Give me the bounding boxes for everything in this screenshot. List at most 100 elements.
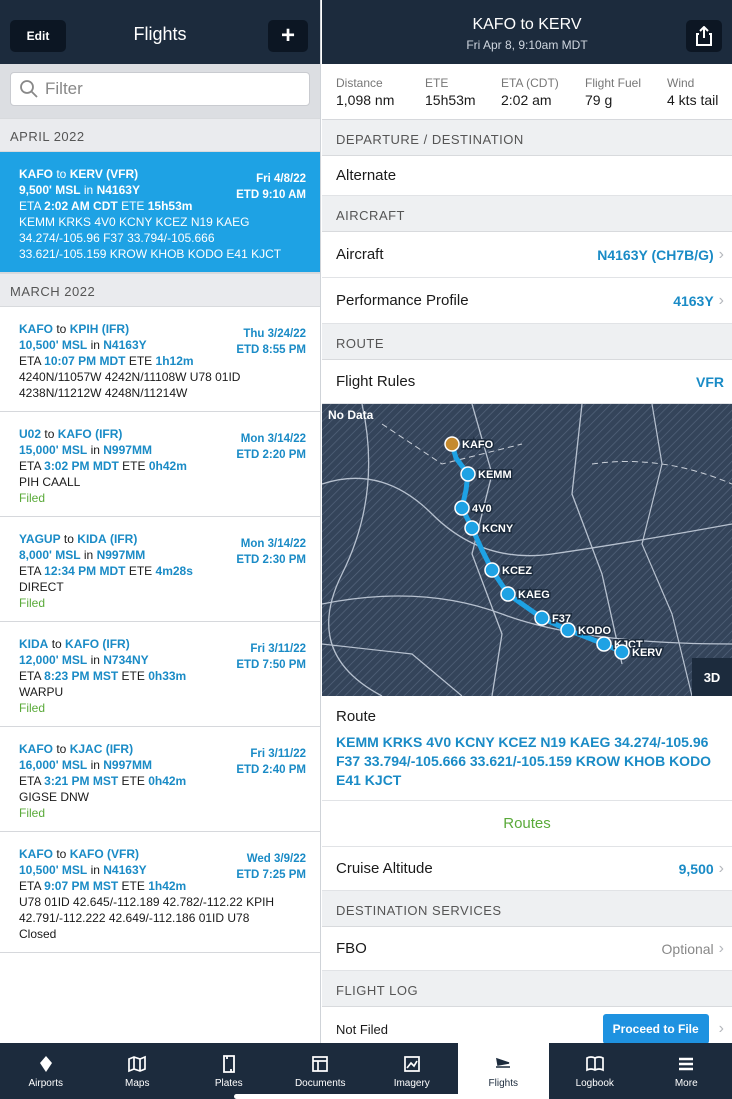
waypoint-marker[interactable]	[534, 610, 550, 626]
tab-bar: Airports Maps Plates Documents Imagery Flight…	[0, 1043, 732, 1099]
3d-button[interactable]: 3D	[692, 658, 732, 696]
route-field[interactable]: Route KEMM KRKS 4V0 KCNY KCEZ N19 KAEG 3…	[322, 696, 732, 801]
stat-value: 1,098 nm	[336, 92, 395, 108]
flight-route: DIRECT	[19, 580, 64, 594]
word-eta: ETA	[19, 354, 41, 368]
stat-value: 4 kts tail	[667, 92, 719, 108]
section-header: MARCH 2022	[0, 273, 320, 307]
flight-status: Filed	[19, 701, 46, 715]
flight-list-item[interactable]: Mon 3/14/22 ETD 2:30 PM YAGUP to KIDA (IFR…	[0, 517, 320, 622]
flight-route: GIGSE DNW	[19, 790, 90, 804]
stat-wind: Wind 4 kts tail	[667, 76, 732, 119]
flight-list-item[interactable]: Fri 4/8/22 ETD 9:10 AM KAFO to KERV (VFR) 9…	[0, 152, 320, 273]
documents-icon	[312, 1055, 329, 1072]
tab-label: Documents	[294, 1077, 346, 1089]
stat-label: ETE	[425, 76, 449, 90]
tab-more[interactable]: More	[641, 1043, 732, 1099]
word-to: to	[51, 637, 62, 651]
flight-destination: KAFO	[69, 847, 104, 861]
waypoint-marker[interactable]	[460, 466, 476, 482]
route-map-canvas: KAFOKEMM4V0KCNYKCEZKAEGF37KODOKJCTKERV	[322, 404, 732, 696]
waypoint-marker[interactable]	[464, 520, 480, 536]
flight-rules-label: Flight Rules	[336, 373, 416, 390]
stat-eta-cdt: ETA (CDT) 2:02 am	[501, 76, 585, 119]
flight-destination: KIDA	[77, 532, 107, 546]
flight-list-item[interactable]: Wed 3/9/22 ETD 7:25 PM KAFO to KAFO (VFR) 1…	[0, 832, 320, 953]
cruise-altitude-label: Cruise Altitude	[336, 860, 433, 877]
word-in: in	[90, 653, 100, 667]
alternate-label: Alternate	[336, 167, 397, 184]
detail-subtitle: Fri Apr 8, 9:10am MDT	[466, 38, 588, 52]
flight-eta: 12:34 PM MDT	[44, 564, 126, 578]
aircraft-row[interactable]: Aircraft N4163Y (CH7B/G) ›	[322, 232, 732, 278]
map-icon	[128, 1055, 147, 1072]
flight-ete: 1h42m	[148, 879, 187, 893]
tab-documents[interactable]: Documents	[275, 1043, 367, 1099]
flight-rules: VFR	[110, 167, 135, 181]
flight-origin: KAFO	[19, 847, 53, 861]
flight-list-item[interactable]: Mon 3/14/22 ETD 2:20 PM U02 to KAFO (IFR) 1…	[0, 412, 320, 517]
flight-date: Fri 4/8/22	[256, 173, 306, 185]
alternate-row[interactable]: Alternate	[322, 156, 732, 196]
word-to: to	[63, 532, 74, 546]
flight-route: KEMM KRKS 4V0 KCNY KCEZ N19 KAEG 34.274/…	[19, 215, 282, 261]
word-eta: ETA	[19, 879, 41, 893]
section-destination-services: DESTINATION SERVICES	[322, 891, 732, 927]
waypoint-marker[interactable]	[444, 436, 460, 452]
stat-value: 15h53m	[425, 92, 476, 108]
flight-status: Filed	[19, 806, 46, 820]
waypoint-label: KCEZ	[502, 565, 532, 577]
tab-label: Airports	[28, 1077, 63, 1089]
route-text: KEMM KRKS 4V0 KCNY KCEZ N19 KAEG 34.274/…	[336, 734, 712, 788]
flight-rules-row[interactable]: Flight Rules VFR	[322, 360, 732, 404]
waypoint-marker[interactable]	[500, 586, 516, 602]
flight-etd: ETD 2:30 PM	[236, 554, 306, 566]
tab-airports[interactable]: Airports	[0, 1043, 92, 1099]
flight-destination: KERV	[69, 167, 103, 181]
flight-date: Mon 3/14/22	[240, 538, 306, 550]
flight-origin: YAGUP	[19, 532, 61, 546]
waypoint-label: KAEG	[518, 589, 550, 601]
flight-altitude: 9,500' MSL	[19, 183, 81, 197]
flights-icon	[496, 1057, 511, 1068]
waypoint-marker[interactable]	[614, 644, 630, 660]
proceed-to-file-button[interactable]: Proceed to File	[602, 1014, 709, 1043]
share-button[interactable]	[686, 20, 722, 52]
stat-distance: Distance 1,098 nm	[336, 76, 425, 119]
logbook-icon	[585, 1055, 604, 1071]
stat-ete: ETE 15h53m	[425, 76, 501, 119]
tab-plates[interactable]: Plates	[183, 1043, 275, 1099]
add-flight-button[interactable]: +	[268, 20, 308, 52]
waypoint-marker[interactable]	[560, 622, 576, 638]
routes-link[interactable]: Routes	[322, 801, 732, 847]
detail-header: KAFO to KERV Fri Apr 8, 9:10am MDT	[322, 0, 732, 64]
filter-input[interactable]: Filter	[10, 72, 310, 106]
tab-imagery[interactable]: Imagery	[366, 1043, 458, 1099]
tab-label: Maps	[125, 1077, 150, 1089]
route-map[interactable]: KAFO KEMM 4V0 KCNY KCEZ KAEG F37 KODO KJCT KERV N…	[322, 404, 732, 696]
flight-aircraft: N4163Y	[103, 338, 147, 352]
route-label: Route	[336, 708, 377, 725]
flight-ete: 0h33m	[148, 669, 187, 683]
waypoint-marker[interactable]	[596, 636, 612, 652]
waypoint-marker[interactable]	[484, 562, 500, 578]
word-eta: ETA	[19, 669, 41, 683]
flight-origin: KIDA	[19, 637, 49, 651]
flight-list-item[interactable]: Fri 3/11/22 ETD 2:40 PM KAFO to KJAC (IFR)…	[0, 727, 320, 832]
word-in: in	[90, 863, 100, 877]
fbo-value: Optional	[661, 940, 714, 957]
tab-logbook[interactable]: Logbook	[549, 1043, 641, 1099]
fbo-row[interactable]: FBO Optional ›	[322, 927, 732, 971]
cruise-altitude-value: 9,500	[678, 860, 714, 877]
detail-title: KAFO to KERV	[472, 16, 582, 33]
flight-list-item[interactable]: Fri 3/11/22 ETD 7:50 PM KIDA to KAFO (IFR)…	[0, 622, 320, 727]
waypoint-marker[interactable]	[454, 500, 470, 516]
section-route: ROUTE	[322, 324, 732, 360]
tab-flights[interactable]: Flights	[457, 1043, 549, 1099]
flight-list-item[interactable]: Thu 3/24/22 ETD 8:55 PM KAFO to KPIH (IFR)…	[0, 307, 320, 412]
tab-maps[interactable]: Maps	[92, 1043, 184, 1099]
flight-etd: ETD 2:40 PM	[236, 764, 306, 776]
performance-profile-row[interactable]: Performance Profile 4163Y ›	[322, 278, 732, 324]
word-eta: ETA	[19, 564, 41, 578]
cruise-altitude-row[interactable]: Cruise Altitude 9,500 ›	[322, 847, 732, 891]
